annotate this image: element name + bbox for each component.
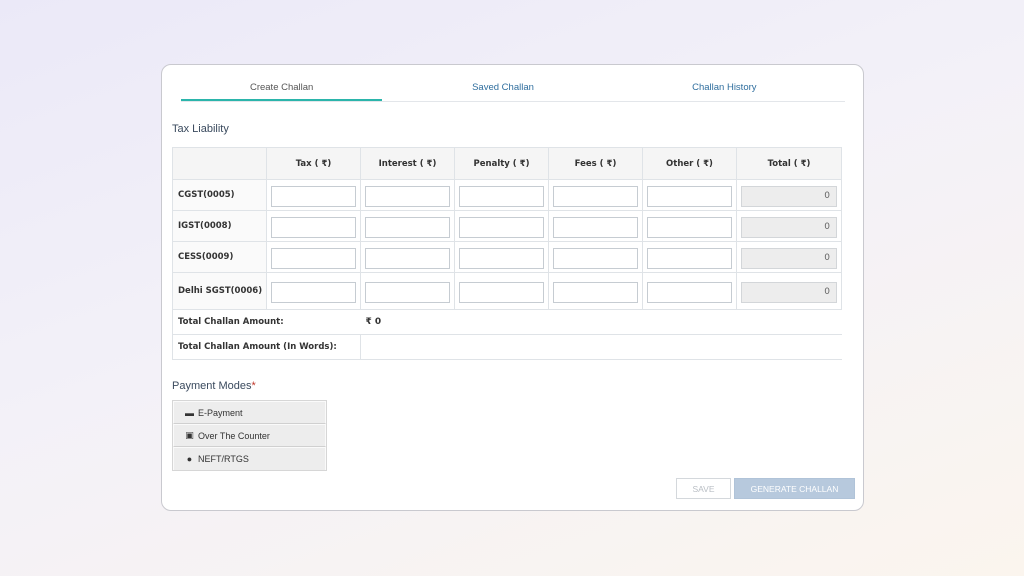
cgst-interest-input[interactable] <box>365 185 450 207</box>
igst-other-input[interactable] <box>647 216 732 238</box>
col-header-other: Other ( ₹) <box>642 147 737 180</box>
col-header-tax: Tax ( ₹) <box>266 147 361 180</box>
generate-challan-button[interactable]: GENERATE CHALLAN <box>734 478 855 499</box>
col-header-interest: Interest ( ₹) <box>360 147 455 180</box>
tab-challan-history[interactable]: Challan History <box>624 77 825 101</box>
cgst-total-field <box>741 185 837 207</box>
row-label-sgst: Delhi SGST(0006) <box>172 272 267 310</box>
cess-tax-input[interactable] <box>271 247 356 269</box>
total-amount-value: ₹ 0 <box>360 309 842 335</box>
cess-total-field <box>741 247 837 269</box>
cess-other-input[interactable] <box>647 247 732 269</box>
col-header-head <box>172 147 267 180</box>
sgst-penalty-input[interactable] <box>459 281 544 303</box>
tab-create-challan[interactable]: Create Challan <box>181 77 383 101</box>
igst-fees-input[interactable] <box>553 216 638 238</box>
cgst-penalty-input[interactable] <box>459 185 544 207</box>
total-words-value <box>360 334 842 360</box>
cgst-other-input[interactable] <box>647 185 732 207</box>
igst-penalty-input[interactable] <box>459 216 544 238</box>
table-row: CGST(0005) <box>172 179 842 211</box>
table-row: IGST(0008) <box>172 210 842 242</box>
igst-total-field <box>741 216 837 238</box>
payment-modes-list: ▬ E-Payment ▣ Over The Counter ● NEFT/RT… <box>172 400 327 471</box>
challan-card: Create Challan Saved Challan Challan His… <box>161 64 864 511</box>
payment-modes-title: Payment Modes* <box>172 380 256 392</box>
challan-tabs: Create Challan Saved Challan Challan His… <box>181 77 845 102</box>
total-words-row: Total Challan Amount (In Words): <box>172 334 842 360</box>
cgst-tax-input[interactable] <box>271 185 356 207</box>
table-row: CESS(0009) <box>172 241 842 273</box>
cgst-fees-input[interactable] <box>553 185 638 207</box>
payment-mode-label: NEFT/RTGS <box>198 454 249 464</box>
tab-saved-challan[interactable]: Saved Challan <box>402 77 603 101</box>
payment-mode-neft[interactable]: ● NEFT/RTGS <box>173 447 326 470</box>
cess-fees-input[interactable] <box>553 247 638 269</box>
col-header-fees: Fees ( ₹) <box>548 147 643 180</box>
sgst-total-field <box>741 281 837 303</box>
row-label-cgst: CGST(0005) <box>172 179 267 211</box>
total-amount-label: Total Challan Amount: <box>172 309 361 335</box>
globe-icon: ● <box>186 454 193 464</box>
tax-liability-title: Tax Liability <box>172 123 229 135</box>
sgst-tax-input[interactable] <box>271 281 356 303</box>
cess-penalty-input[interactable] <box>459 247 544 269</box>
payment-mode-label: Over The Counter <box>198 430 270 441</box>
payment-mode-counter[interactable]: ▣ Over The Counter <box>173 424 326 447</box>
table-header-row: Tax ( ₹) Interest ( ₹) Penalty ( ₹) Fees… <box>172 147 842 180</box>
required-mark: * <box>251 380 256 392</box>
col-header-penalty: Penalty ( ₹) <box>454 147 549 180</box>
sgst-interest-input[interactable] <box>365 281 450 303</box>
credit-card-icon: ▬ <box>185 407 194 418</box>
payment-mode-epayment[interactable]: ▬ E-Payment <box>173 401 326 424</box>
save-button[interactable]: SAVE <box>676 478 731 499</box>
igst-tax-input[interactable] <box>271 216 356 238</box>
total-amount-row: Total Challan Amount: ₹ 0 <box>172 309 842 335</box>
row-label-cess: CESS(0009) <box>172 241 267 273</box>
sgst-fees-input[interactable] <box>553 281 638 303</box>
cess-interest-input[interactable] <box>365 247 450 269</box>
table-row: Delhi SGST(0006) <box>172 272 842 310</box>
sgst-other-input[interactable] <box>647 281 732 303</box>
cash-icon: ▣ <box>185 430 194 440</box>
row-label-igst: IGST(0008) <box>172 210 267 242</box>
col-header-total: Total ( ₹) <box>736 147 842 180</box>
igst-interest-input[interactable] <box>365 216 450 238</box>
payment-mode-label: E-Payment <box>198 407 243 418</box>
payment-modes-label: Payment Modes <box>172 380 252 392</box>
total-words-label: Total Challan Amount (In Words): <box>172 334 361 360</box>
tax-liability-table: Tax ( ₹) Interest ( ₹) Penalty ( ₹) Fees… <box>172 147 842 360</box>
